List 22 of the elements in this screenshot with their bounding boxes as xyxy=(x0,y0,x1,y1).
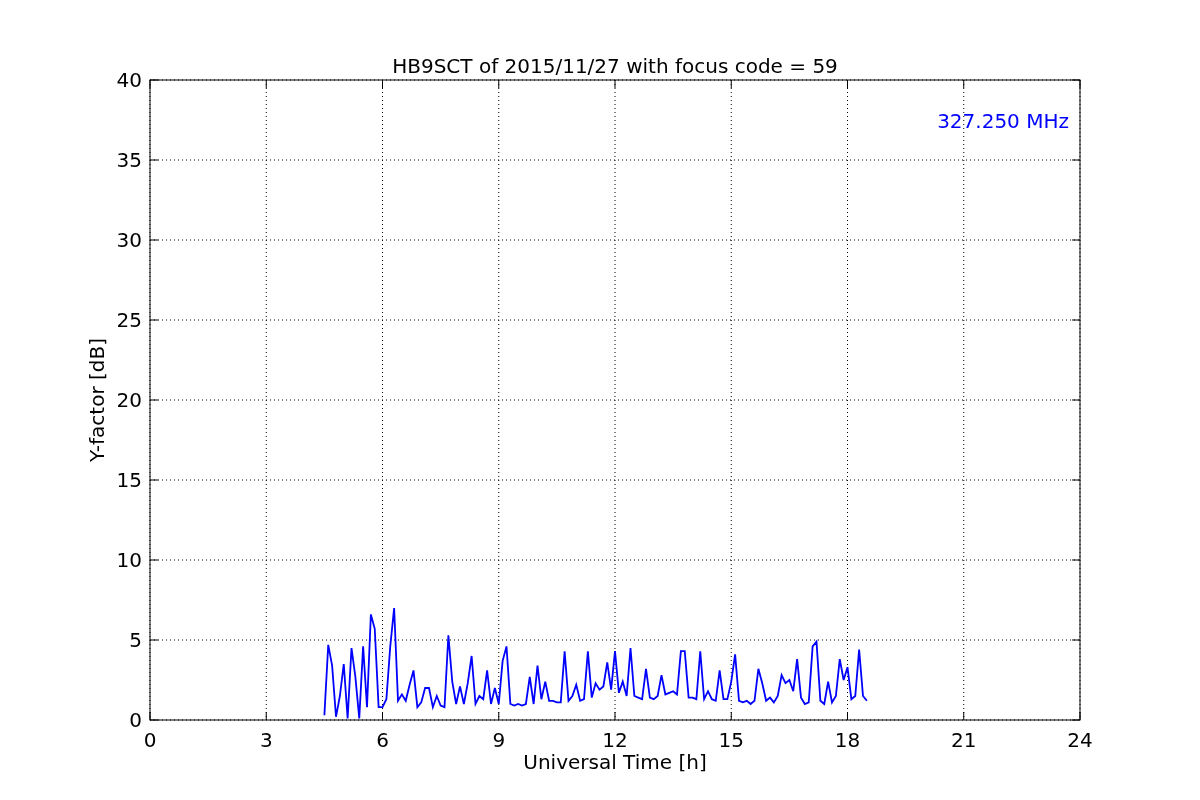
x-axis-label: Universal Time [h] xyxy=(523,750,707,774)
y-tick-label: 40 xyxy=(116,68,142,92)
chart-title: HB9SCT of 2015/11/27 with focus code = 59 xyxy=(392,54,838,78)
x-tick-label: 12 xyxy=(602,728,628,752)
x-tick-label: 0 xyxy=(143,728,157,752)
x-tick-label: 24 xyxy=(1067,728,1093,752)
y-axis-label: Y-factor [dB] xyxy=(85,338,109,462)
y-tick-label: 30 xyxy=(116,228,142,252)
x-tick-label: 3 xyxy=(259,728,273,752)
frequency-label: 327.250 MHz xyxy=(937,109,1069,133)
y-tick-label: 0 xyxy=(129,708,142,732)
y-tick-label: 20 xyxy=(116,388,142,412)
y-tick-label: 25 xyxy=(116,308,142,332)
y-tick-label: 15 xyxy=(116,468,142,492)
x-tick-label: 6 xyxy=(376,728,389,752)
x-tick-label: 21 xyxy=(951,728,977,752)
y-tick-label: 5 xyxy=(129,628,142,652)
y-tick-label: 10 xyxy=(116,548,142,572)
x-tick-label: 15 xyxy=(718,728,744,752)
y-tick-label: 35 xyxy=(116,148,142,172)
x-tick-label: 18 xyxy=(834,728,861,752)
x-tick-label: 9 xyxy=(492,728,506,752)
